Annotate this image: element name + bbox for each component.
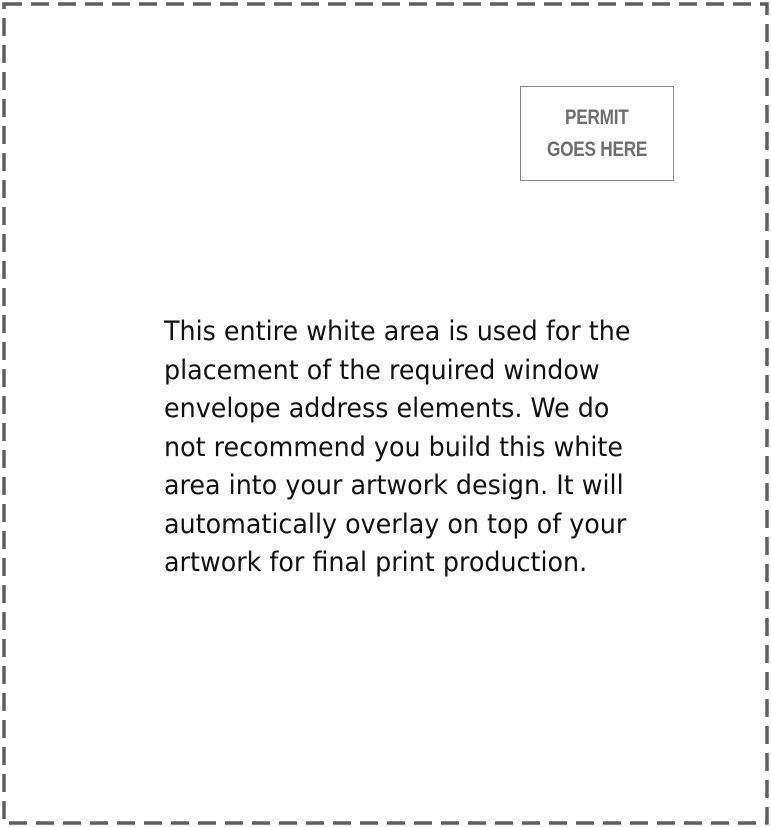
notice-line: placement of the required window	[164, 354, 600, 386]
notice-line: area into your artwork design. It will	[164, 470, 624, 501]
notice-text: This entire white area is used for the p…	[164, 313, 634, 583]
notice-line: automatically overlay on top of your	[164, 508, 627, 540]
notice-line: This entire white area is used for the	[164, 316, 631, 347]
permit-label-line-1: PERMIT	[565, 105, 629, 129]
notice-line: artwork for final print production.	[164, 547, 588, 578]
notice-line: not recommend you build this white	[164, 431, 623, 463]
envelope-window-area: PERMIT GOES HERE This entire white area …	[0, 0, 771, 827]
notice-line: envelope address elements. We do	[164, 393, 610, 424]
permit-placeholder-box: PERMIT GOES HERE	[520, 86, 674, 181]
permit-label-line-2: GOES HERE	[546, 137, 648, 161]
